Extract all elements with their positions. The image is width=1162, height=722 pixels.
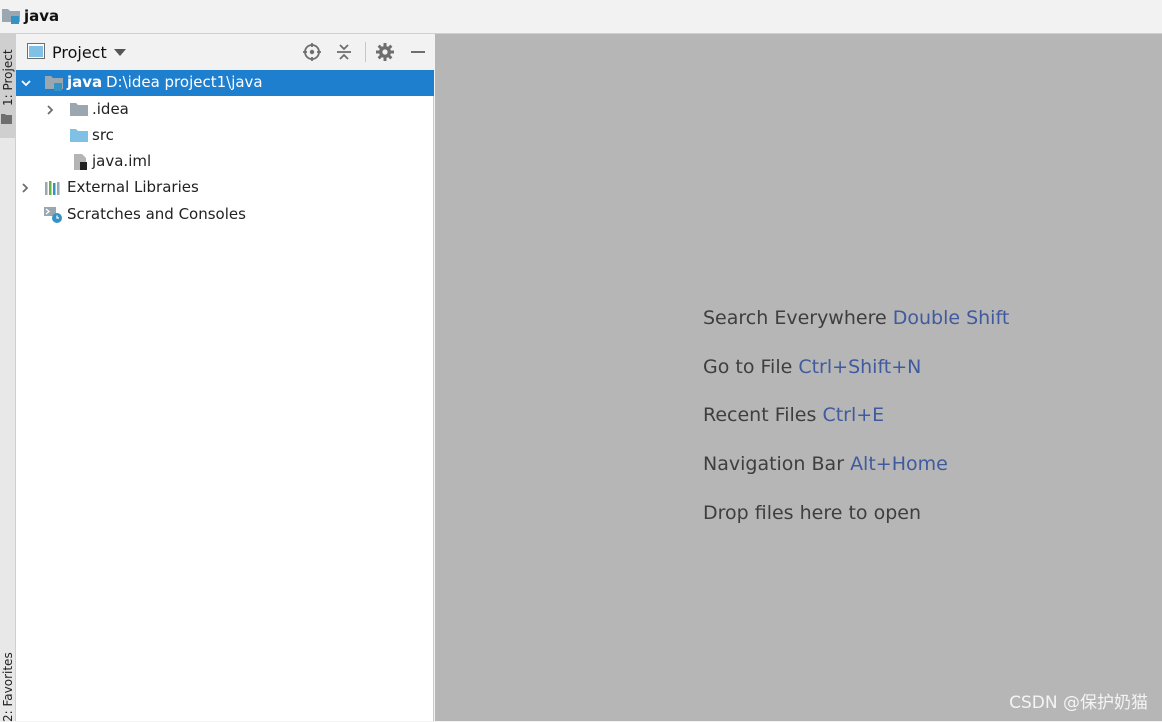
chevron-right-icon[interactable]	[44, 104, 56, 116]
folder-icon	[70, 103, 88, 116]
hint-shortcut: Alt+Home	[850, 453, 948, 475]
project-tool-tab[interactable]: 1: Project	[0, 34, 15, 138]
tree-item-path: D:\idea project1\java	[106, 73, 263, 91]
folder-icon	[1, 114, 12, 124]
project-folder-icon	[45, 76, 63, 91]
tree-item-label: java.iml	[92, 152, 152, 170]
project-panel: Project java D:\idea project1\java .idea…	[16, 34, 434, 721]
left-tool-strip: 1: Project 2: Favorites	[0, 34, 16, 722]
hint-text: Recent Files	[703, 404, 817, 426]
source-folder-icon	[70, 129, 88, 142]
hint-shortcut: Ctrl+E	[822, 404, 885, 426]
tree-item-external-libraries[interactable]: External Libraries	[16, 175, 434, 201]
tree-item-java-iml[interactable]: java.iml	[16, 149, 434, 175]
hint-drop-files: Drop files here to open	[703, 502, 921, 524]
hint-text: Navigation Bar	[703, 453, 845, 475]
project-view-icon	[27, 43, 45, 59]
title-bar: java	[0, 0, 1162, 34]
chevron-down-icon[interactable]	[20, 77, 32, 89]
watermark: CSDN @保护奶猫	[1009, 693, 1148, 713]
tree-item-label: java	[67, 73, 103, 91]
chevron-down-icon[interactable]	[114, 49, 126, 56]
project-folder-icon	[2, 9, 20, 24]
hint-text: Search Everywhere	[703, 307, 887, 329]
project-tab-label: 1: Project	[1, 49, 15, 106]
tree-item-scratches[interactable]: Scratches and Consoles	[16, 202, 434, 228]
scratches-icon	[44, 207, 62, 223]
iml-file-icon	[74, 154, 87, 170]
hint-text: Drop files here to open	[703, 502, 922, 524]
tree-item-label: .idea	[92, 100, 129, 118]
editor-area[interactable]: Search Everywhere Double Shift Go to Fil…	[435, 34, 1162, 721]
window-title: java	[24, 7, 60, 25]
collapse-all-icon[interactable]	[334, 42, 354, 62]
hint-shortcut: Double Shift	[892, 307, 1010, 329]
favorites-tab-label: 2: Favorites	[1, 652, 15, 722]
gear-icon[interactable]	[375, 42, 395, 62]
tree-item-java[interactable]: java D:\idea project1\java	[16, 70, 434, 96]
project-view-selector[interactable]: Project	[52, 43, 107, 62]
locate-icon[interactable]	[302, 42, 322, 62]
hint-go-to-file: Go to File Ctrl+Shift+N	[703, 356, 921, 378]
tree-item-src[interactable]: src	[16, 123, 434, 149]
project-panel-header: Project	[16, 34, 434, 70]
hint-shortcut: Ctrl+Shift+N	[798, 356, 922, 378]
tree-item-label: External Libraries	[67, 178, 199, 196]
hint-recent-files: Recent Files Ctrl+E	[703, 404, 884, 426]
hint-search-everywhere: Search Everywhere Double Shift	[703, 307, 1009, 329]
minimize-icon[interactable]	[408, 42, 428, 62]
hint-navigation-bar: Navigation Bar Alt+Home	[703, 453, 948, 475]
hint-text: Go to File	[703, 356, 793, 378]
tree-item-idea[interactable]: .idea	[16, 97, 434, 123]
tree-item-label: src	[92, 126, 114, 144]
chevron-right-icon[interactable]	[19, 182, 31, 194]
libraries-icon	[45, 181, 60, 195]
tree-item-label: Scratches and Consoles	[67, 205, 246, 223]
header-divider	[365, 42, 366, 62]
